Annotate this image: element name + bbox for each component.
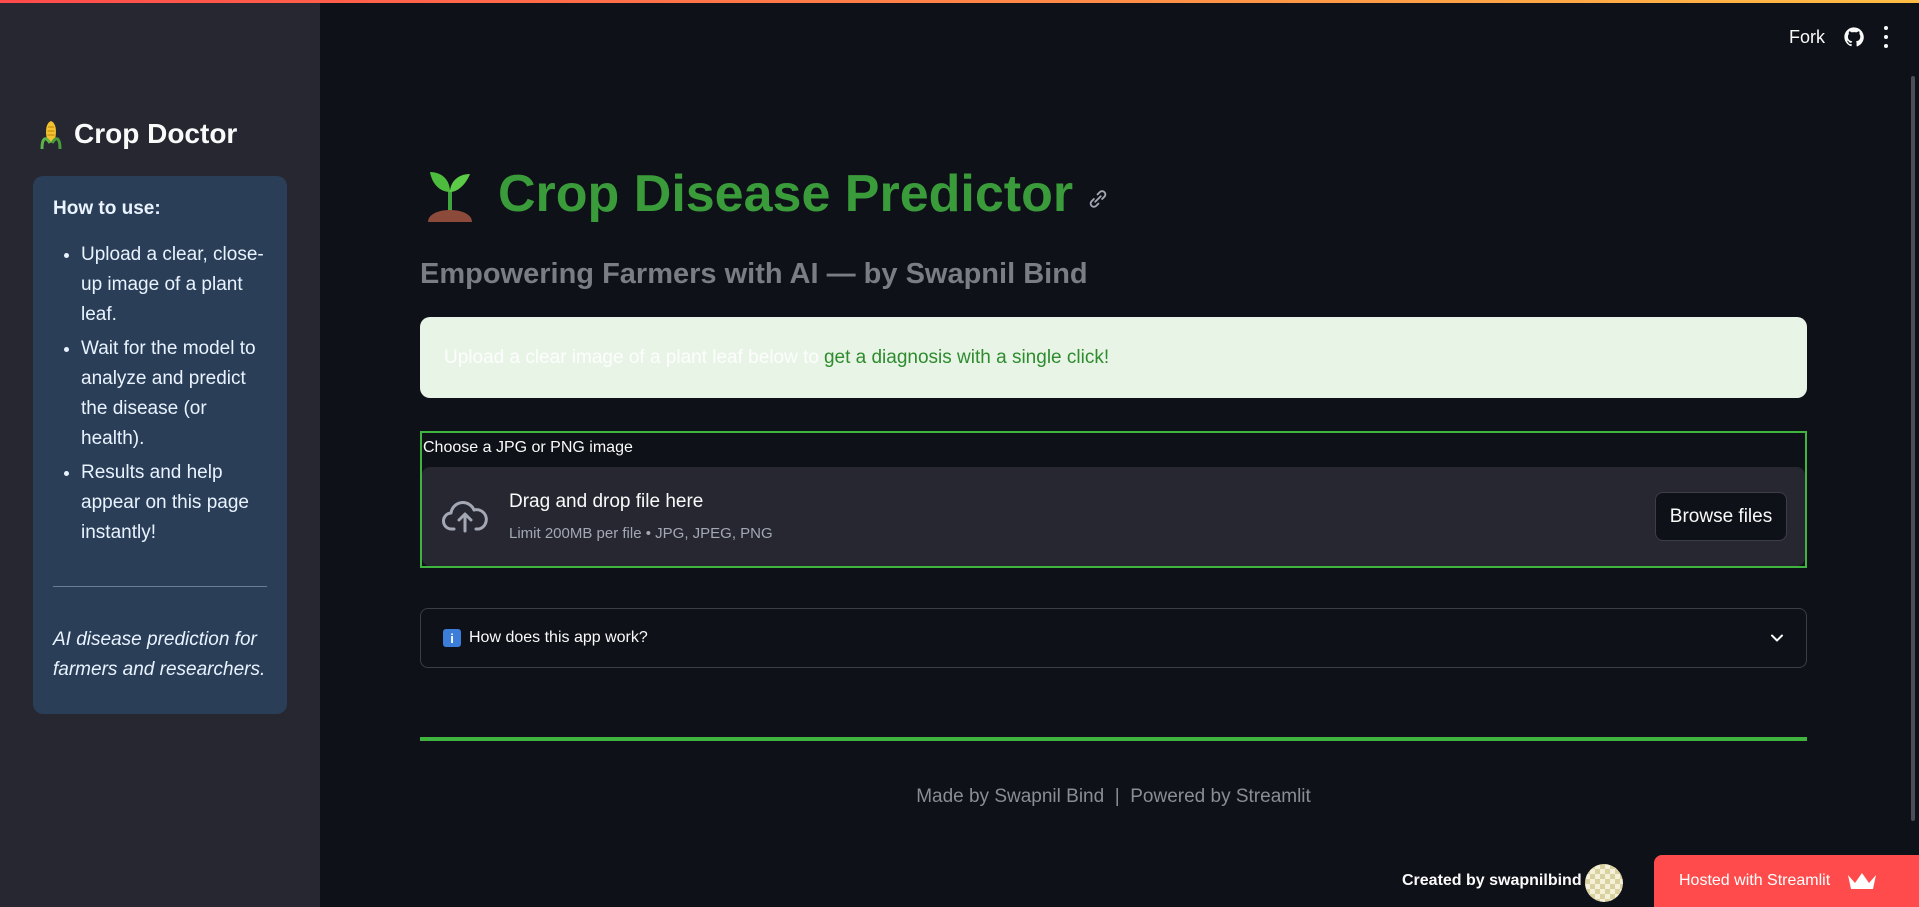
created-by-label[interactable]: Created by swapnilbind [1402,872,1582,890]
how-it-works-expander[interactable]: i How does this app work? [420,608,1807,668]
uploader-label: Choose a JPG or PNG image [423,439,633,456]
drop-zone-limits: Limit 200MB per file • JPG, JPEG, PNG [509,525,773,542]
expander-label: How does this app work? [469,629,648,646]
page-subtitle: Empowering Farmers with AI — by Swapnil … [420,258,1088,290]
cloud-upload-icon [442,501,488,533]
sidebar-brand: Crop Doctor [38,118,237,150]
top-decoration-bar [0,0,1919,3]
how-to-item: Upload a clear, close-up image of a plan… [81,240,267,330]
info-banner: Upload a clear image of a plant leaf bel… [420,317,1807,398]
page-title: Crop Disease Predictor [498,165,1074,223]
banner-text-green: get a diagnosis with a single click! [823,346,1110,368]
github-icon[interactable] [1843,26,1865,48]
hosted-with-streamlit-badge[interactable]: Hosted with Streamlit [1654,855,1919,907]
scrollbar[interactable] [1911,76,1915,821]
how-to-use-card: How to use: Upload a clear, close-up ima… [33,176,287,714]
drop-zone-title: Drag and drop file here [509,491,704,512]
kebab-menu-icon[interactable] [1883,26,1889,48]
streamlit-crown-icon [1848,873,1877,889]
green-divider [420,737,1807,741]
banner-text-faint: Upload a clear image of a plant leaf bel… [444,346,819,368]
header-actions: Fork [1789,26,1889,48]
drop-zone[interactable]: Drag and drop file here Limit 200MB per … [422,467,1805,566]
avatar[interactable] [1585,864,1623,902]
seedling-icon [428,172,472,222]
sidebar-note: AI disease prediction for farmers and re… [53,629,266,680]
how-to-item: Results and help appear on this page ins… [81,458,267,548]
file-uploader: Choose a JPG or PNG image Drag and drop … [420,431,1807,568]
chevron-down-icon [1771,634,1783,642]
how-to-list: Upload a clear, close-up image of a plan… [53,240,267,548]
footer-credits: Made by Swapnil Bind | Powered by Stream… [916,786,1311,807]
browse-files-button[interactable]: Browse files [1655,492,1787,541]
page-title-row: Crop Disease Predictor [420,164,1109,224]
info-icon: i [443,629,461,647]
how-to-title: How to use: [53,198,161,219]
anchor-link-icon[interactable] [1087,188,1109,210]
hosted-label: Hosted with Streamlit [1679,872,1831,889]
how-to-item: Wait for the model to analyze and predic… [81,334,267,454]
sidebar-title: Crop Doctor [74,118,238,149]
corn-icon [40,121,62,149]
sidebar: Crop Doctor How to use: Upload a clear, … [0,0,320,907]
sidebar-divider [53,586,267,587]
fork-button[interactable]: Fork [1789,27,1825,48]
